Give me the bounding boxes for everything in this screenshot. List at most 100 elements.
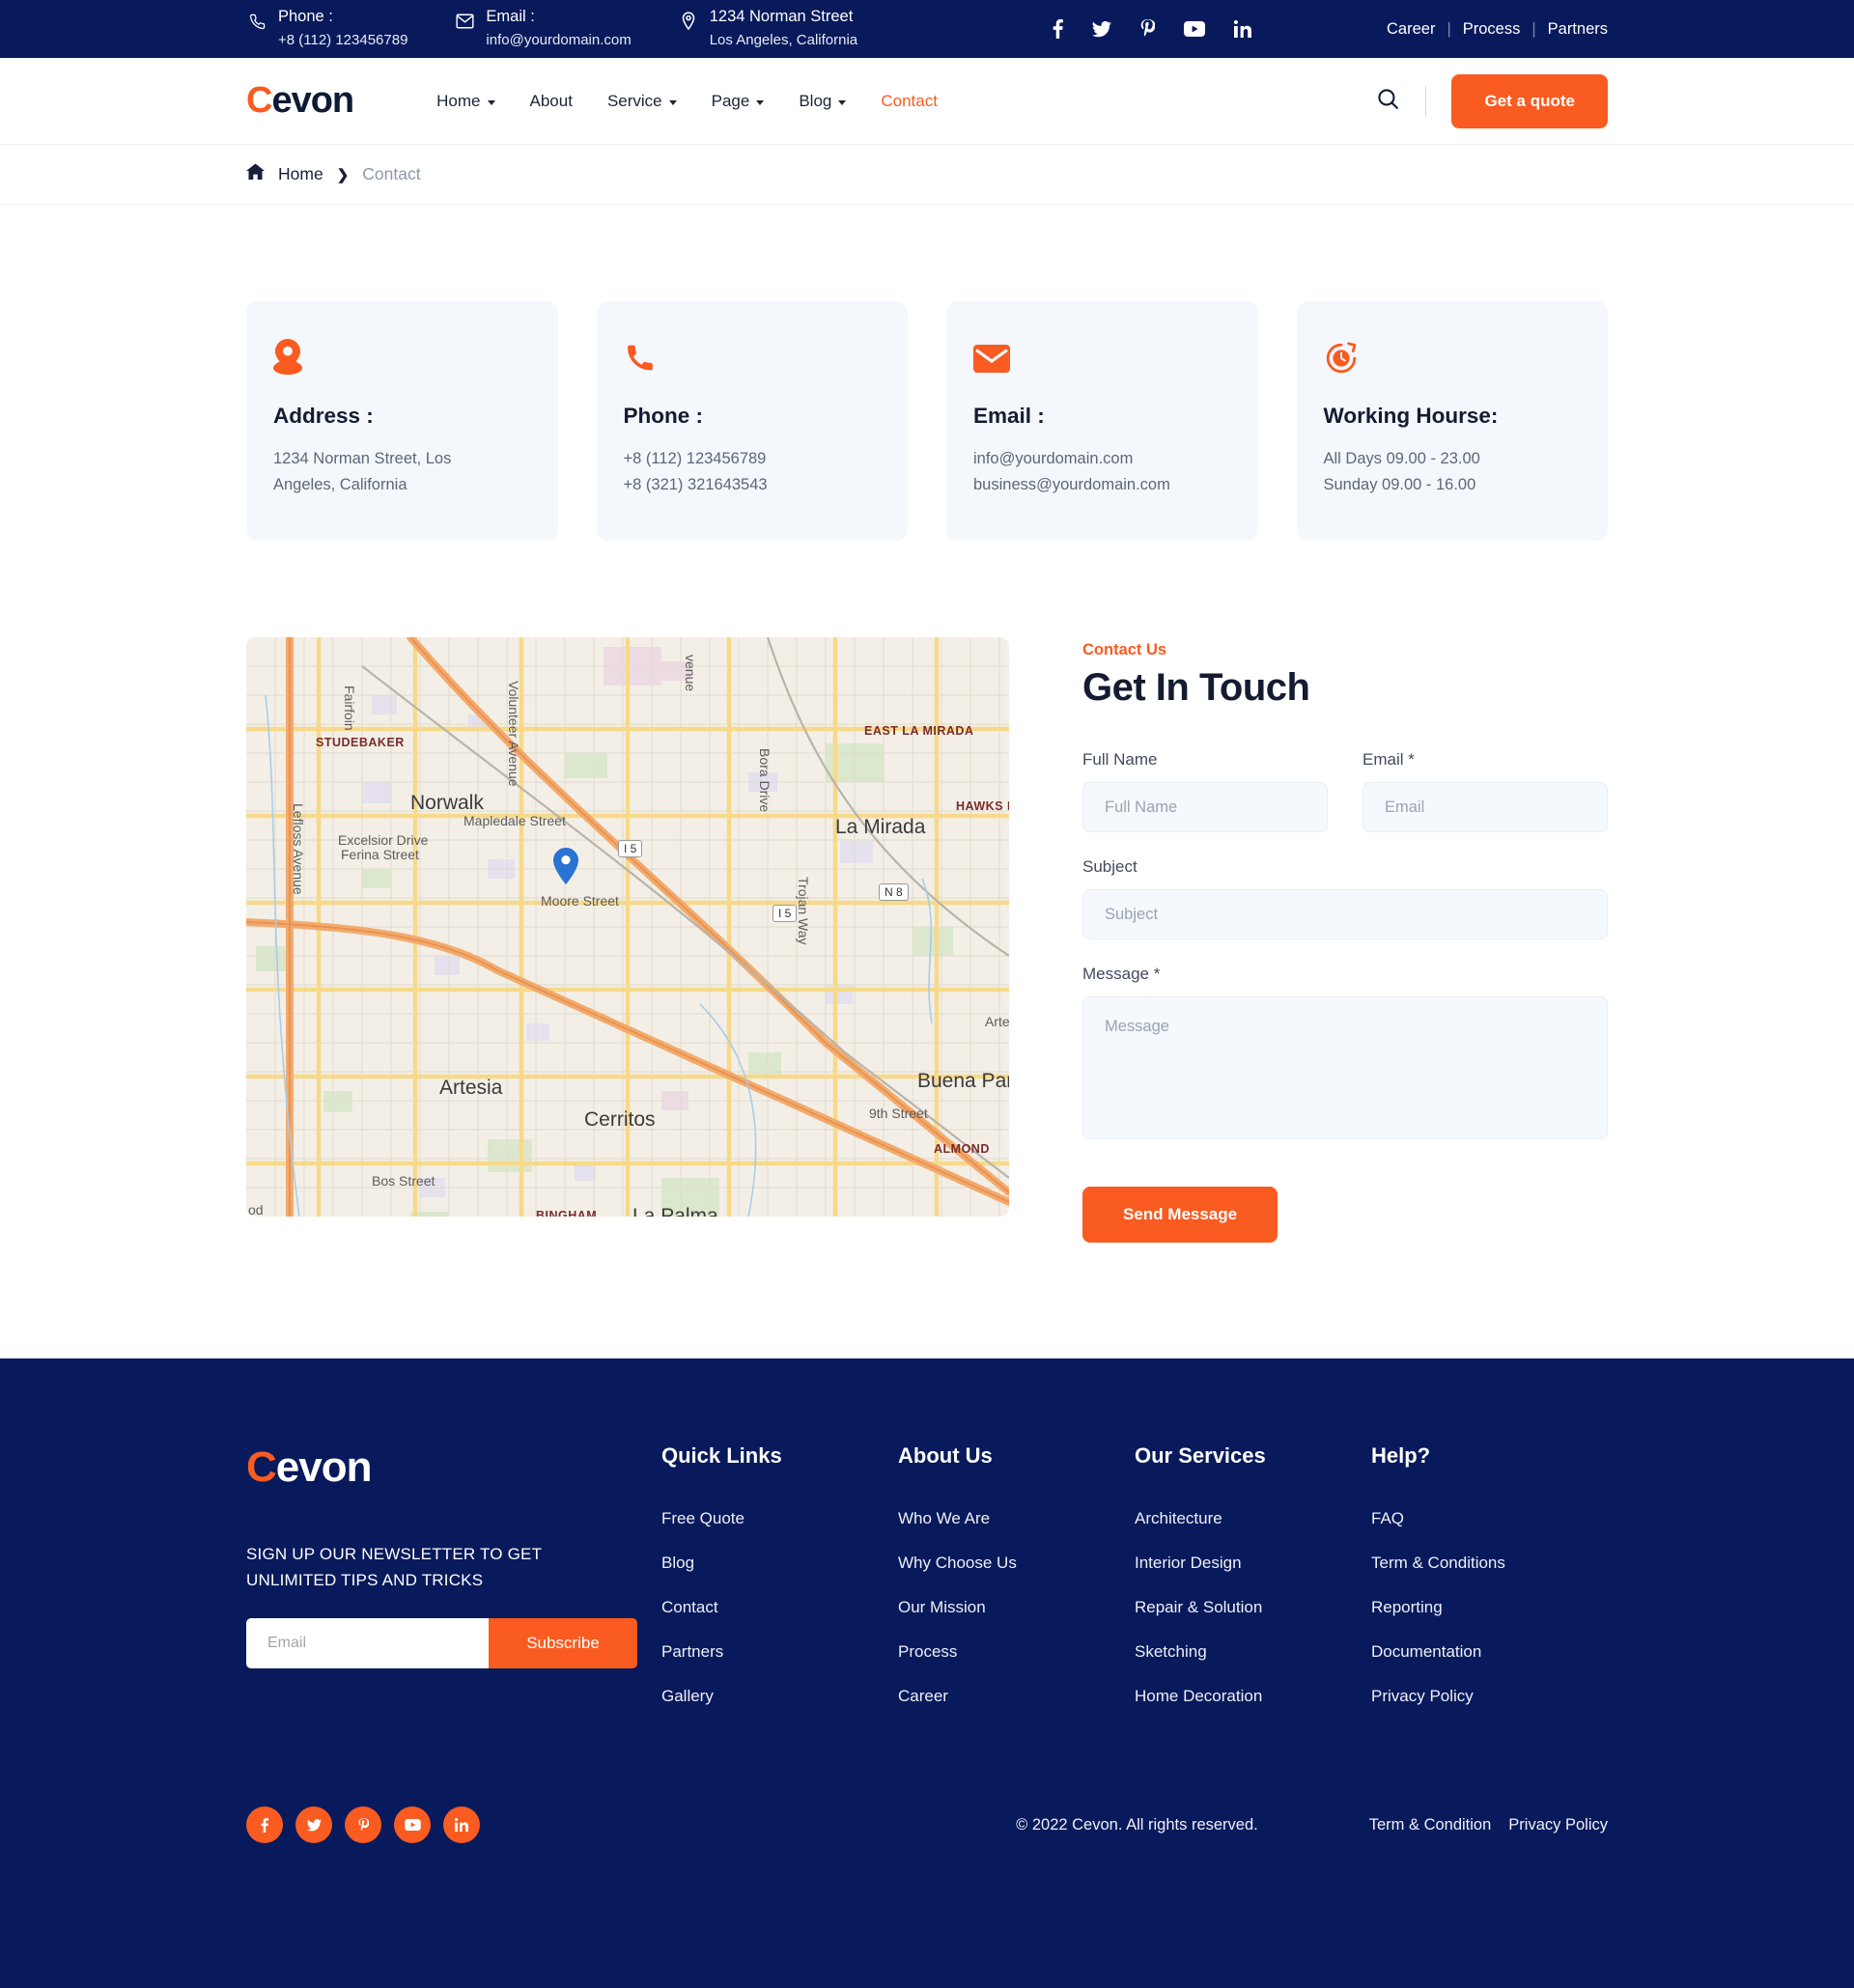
topbar-phone-value: +8 (112) 123456789 xyxy=(278,32,408,49)
map-street-bora-drive: Bora Drive xyxy=(757,748,772,813)
nav-item-service[interactable]: Service xyxy=(607,92,677,111)
card-title-address: Address : xyxy=(273,404,374,428)
footer-link-career[interactable]: Career xyxy=(898,1687,1135,1706)
location-map[interactable]: Norwalk La Mirada Artesia Cerritos Buena… xyxy=(246,637,1009,1218)
nav-item-contact[interactable]: Contact xyxy=(881,92,938,111)
map-place-artesia: Artesia xyxy=(439,1077,503,1100)
nav-label-service: Service xyxy=(606,91,662,110)
linkedin-icon[interactable] xyxy=(1234,20,1251,38)
logo-text: evon xyxy=(271,80,354,121)
card-title-email: Email : xyxy=(973,404,1045,428)
nav-item-page[interactable]: Page xyxy=(712,92,765,111)
footer-link-our-mission[interactable]: Our Mission xyxy=(898,1598,1135,1617)
footer-link-blog[interactable]: Blog xyxy=(661,1554,898,1573)
linkedin-icon[interactable] xyxy=(443,1806,480,1844)
map-marker-icon[interactable] xyxy=(553,848,578,885)
header-actions: Get a quote xyxy=(1376,73,1608,128)
footer-link-reporting[interactable]: Reporting xyxy=(1371,1598,1608,1617)
footer-brand-block: Cevon SIGN UP OUR NEWSLETTER TO GET UNLI… xyxy=(246,1443,661,1731)
footer-link-free-quote[interactable]: Free Quote xyxy=(661,1509,898,1528)
footer-link-sketching[interactable]: Sketching xyxy=(1135,1642,1371,1662)
footer-link-partners[interactable]: Partners xyxy=(661,1642,898,1662)
breadcrumb-bar: Home ❯ Contact xyxy=(0,145,1854,205)
label-email: Email * xyxy=(1362,750,1415,770)
footer-link-faq[interactable]: FAQ xyxy=(1371,1509,1608,1528)
label-subject: Subject xyxy=(1082,857,1138,877)
newsletter-form: Subscribe xyxy=(246,1618,637,1669)
get-a-quote-button[interactable]: Get a quote xyxy=(1451,73,1608,128)
footer-link-repair-solution[interactable]: Repair & Solution xyxy=(1135,1598,1371,1617)
footer-columns: Cevon SIGN UP OUR NEWSLETTER TO GET UNLI… xyxy=(246,1443,1608,1731)
form-row-name-email: Full Name Email * xyxy=(1082,750,1608,857)
form-title: Get In Touch xyxy=(1082,666,1310,710)
nav-item-blog[interactable]: Blog xyxy=(799,91,847,111)
send-message-button[interactable]: Send Message xyxy=(1082,1187,1278,1244)
search-icon[interactable] xyxy=(1376,87,1400,116)
topbar-link-partners[interactable]: Partners xyxy=(1548,20,1608,39)
footer-legal-links: Term & Condition Privacy Policy xyxy=(1369,1816,1608,1834)
footer-link-home-decoration[interactable]: Home Decoration xyxy=(1135,1687,1371,1706)
subscribe-button[interactable]: Subscribe xyxy=(489,1618,637,1669)
label-full-name: Full Name xyxy=(1082,750,1158,770)
nav-item-home[interactable]: Home xyxy=(436,92,495,111)
footer-link-interior-design[interactable]: Interior Design xyxy=(1135,1554,1371,1573)
footer-spacer xyxy=(0,1901,1854,1988)
footer-link-who-we-are[interactable]: Who We Are xyxy=(898,1509,1135,1528)
card-line-address-1: 1234 Norman Street, Los xyxy=(273,450,452,467)
topbar-phone[interactable]: Phone : +8 (112) 123456789 xyxy=(246,6,407,51)
map-place-la-palma: La Palma xyxy=(632,1205,718,1218)
subject-input[interactable] xyxy=(1082,889,1608,940)
breadcrumb-home-link[interactable]: Home xyxy=(278,164,323,184)
site-logo[interactable]: Cevon xyxy=(246,80,354,122)
newsletter-headline: SIGN UP OUR NEWSLETTER TO GET UNLIMITED … xyxy=(246,1545,542,1589)
footer-link-privacy-policy[interactable]: Privacy Policy xyxy=(1371,1687,1608,1706)
clock-history-icon xyxy=(1324,338,1582,378)
topbar-address[interactable]: 1234 Norman Street Los Angeles, Californ… xyxy=(678,6,857,51)
pinterest-icon[interactable] xyxy=(345,1806,381,1844)
map-hood-hawks-point: HAWKS POI xyxy=(956,799,1009,814)
email-input[interactable] xyxy=(1362,782,1608,833)
twitter-icon[interactable] xyxy=(295,1806,332,1844)
contact-card-email: Email : info@yourdomain.com business@you… xyxy=(946,301,1258,542)
footer-logo[interactable]: Cevon xyxy=(246,1443,604,1492)
contact-card-phone: Phone : +8 (112) 123456789 +8 (321) 3216… xyxy=(596,301,908,542)
message-textarea[interactable] xyxy=(1082,996,1608,1140)
nav-label-blog: Blog xyxy=(799,91,832,110)
topbar-address-value: Los Angeles, California xyxy=(709,32,858,49)
topbar-link-process[interactable]: Process xyxy=(1463,20,1521,39)
card-line-hours-2: Sunday 09.00 - 16.00 xyxy=(1323,476,1476,494)
main-header: Cevon Home About Service Page Blog Conta… xyxy=(0,58,1854,145)
youtube-icon[interactable] xyxy=(394,1806,431,1844)
facebook-icon[interactable] xyxy=(246,1806,283,1844)
map-place-buena-park: Buena Park xyxy=(917,1070,1009,1093)
form-group-full-name: Full Name xyxy=(1082,750,1328,833)
topbar-email[interactable]: Email : info@yourdomain.com xyxy=(454,6,632,51)
topbar-email-value: info@yourdomain.com xyxy=(486,32,632,49)
location-pin-icon xyxy=(678,9,699,34)
newsletter-email-input[interactable] xyxy=(246,1618,489,1669)
footer-link-documentation[interactable]: Documentation xyxy=(1371,1642,1608,1662)
home-icon xyxy=(246,163,265,185)
facebook-icon[interactable] xyxy=(1053,19,1063,39)
footer-legal-privacy-policy[interactable]: Privacy Policy xyxy=(1508,1816,1608,1834)
nav-item-about[interactable]: About xyxy=(530,92,573,111)
youtube-icon[interactable] xyxy=(1184,21,1205,37)
contact-card-working-hours: Working Hourse: All Days 09.00 - 23.00 S… xyxy=(1296,301,1608,542)
twitter-icon[interactable] xyxy=(1092,20,1111,38)
full-name-input[interactable] xyxy=(1082,782,1328,833)
topbar-link-career[interactable]: Career xyxy=(1387,20,1435,39)
footer-link-gallery[interactable]: Gallery xyxy=(661,1687,898,1706)
footer-link-process[interactable]: Process xyxy=(898,1642,1135,1662)
footer-link-term-conditions[interactable]: Term & Conditions xyxy=(1371,1554,1608,1573)
pinterest-icon[interactable] xyxy=(1140,19,1155,39)
footer-legal-term-condition[interactable]: Term & Condition xyxy=(1369,1816,1492,1834)
footer-link-architecture[interactable]: Architecture xyxy=(1135,1509,1371,1528)
footer-link-contact[interactable]: Contact xyxy=(661,1598,898,1617)
form-group-message: Message * xyxy=(1082,965,1608,1144)
footer-link-why-choose-us[interactable]: Why Choose Us xyxy=(898,1554,1135,1573)
contact-card-address: Address : 1234 Norman Street, Los Angele… xyxy=(246,301,558,542)
map-street-artesia-road: Artesia xyxy=(985,1014,1009,1030)
footer-social-links xyxy=(246,1806,480,1844)
copyright-text: © 2022 Cevon. All rights reserved. xyxy=(1016,1815,1258,1834)
footer-column-about-us: About Us Who We Are Why Choose Us Our Mi… xyxy=(898,1443,1135,1731)
